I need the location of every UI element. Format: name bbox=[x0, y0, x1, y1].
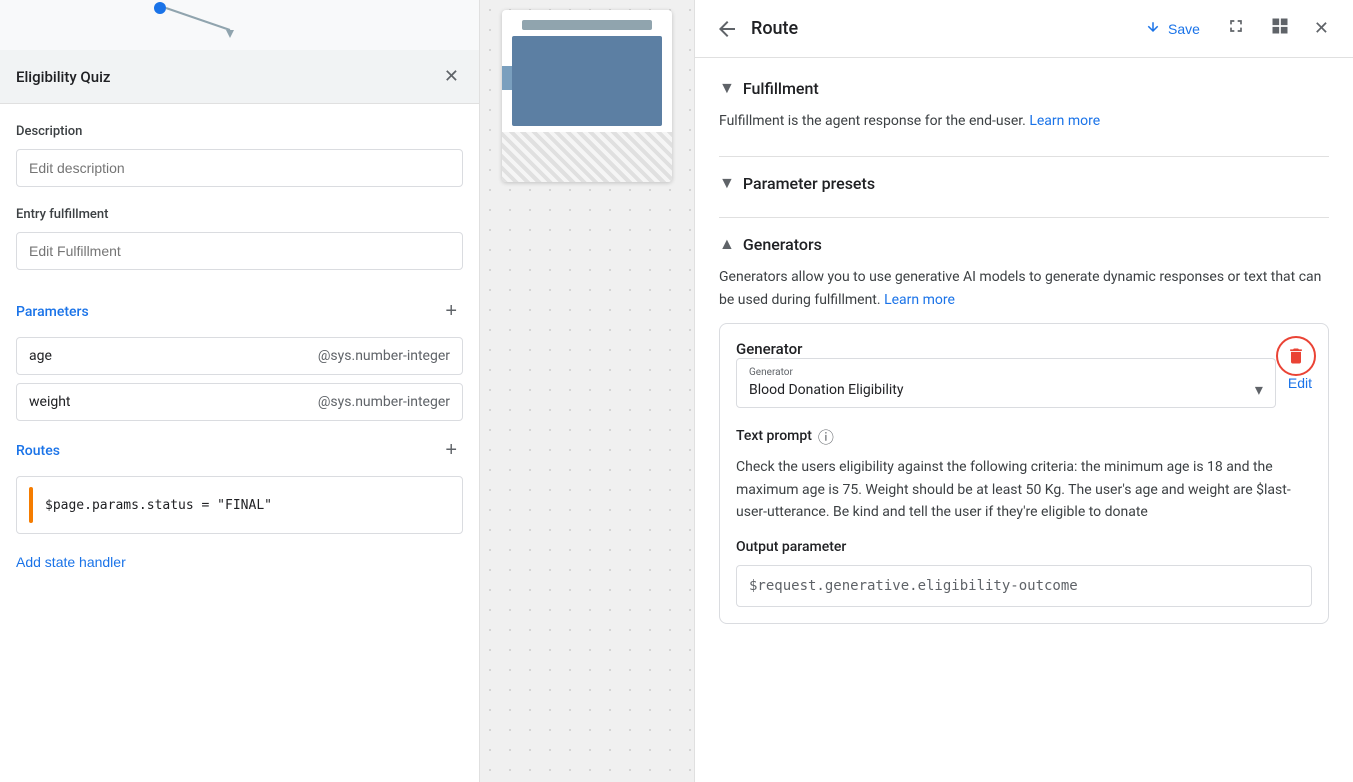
add-state-handler-button[interactable]: Add state handler bbox=[16, 550, 126, 574]
fulfillment-chevron[interactable]: ▼ bbox=[719, 78, 735, 98]
routes-row: Routes + bbox=[16, 437, 463, 464]
canvas-card-body bbox=[512, 36, 662, 126]
entry-fulfillment-label: Entry fulfillment bbox=[16, 207, 463, 222]
parameter-presets-chevron[interactable]: ▼ bbox=[719, 173, 735, 193]
generators-section: ▲ Generators Generators allow you to use… bbox=[719, 234, 1329, 624]
routes-label: Routes bbox=[16, 443, 60, 459]
parameter-presets-heading: Parameter presets bbox=[743, 174, 875, 193]
header-icons: ✕ bbox=[1222, 12, 1333, 45]
fullscreen-button[interactable] bbox=[1222, 12, 1250, 45]
left-panel: Eligibility Quiz ✕ Description Entry ful… bbox=[0, 0, 480, 782]
close-button[interactable]: ✕ bbox=[440, 62, 463, 91]
add-parameter-button[interactable]: + bbox=[439, 298, 463, 325]
parameters-label: Parameters bbox=[16, 304, 89, 320]
panel-title: Eligibility Quiz bbox=[16, 68, 110, 86]
info-icon[interactable]: ⓘ bbox=[818, 424, 834, 448]
right-body: ▼ Fulfillment Fulfillment is the agent r… bbox=[695, 58, 1353, 782]
delete-generator-button[interactable] bbox=[1276, 336, 1316, 376]
canvas-card bbox=[502, 10, 672, 182]
parameters-section: Parameters + age @sys.number-integer wei… bbox=[16, 298, 463, 421]
parameters-row: Parameters + bbox=[16, 298, 463, 325]
param-age-name: age bbox=[29, 348, 318, 364]
middle-canvas bbox=[480, 0, 695, 782]
text-prompt-label: Text prompt ⓘ bbox=[736, 424, 1312, 448]
back-button[interactable] bbox=[715, 17, 739, 41]
entry-fulfillment-input[interactable] bbox=[16, 232, 463, 270]
generator-select-row: Generator Blood Donation Eligibility ▾ E… bbox=[736, 358, 1312, 408]
fulfillment-heading: Fulfillment bbox=[743, 79, 819, 98]
close-right-button[interactable]: ✕ bbox=[1310, 14, 1333, 43]
generators-description: Generators allow you to use generative A… bbox=[719, 266, 1329, 311]
select-label: Generator bbox=[749, 367, 1263, 378]
panel-body: Description Entry fulfillment Parameters… bbox=[0, 104, 479, 782]
param-age-type: @sys.number-integer bbox=[318, 348, 450, 364]
generator-card: Generator Generator Blood Donation Eligi… bbox=[719, 323, 1329, 624]
canvas-card-header bbox=[522, 20, 652, 30]
param-weight-type: @sys.number-integer bbox=[318, 394, 450, 410]
generators-header: ▲ Generators bbox=[719, 234, 1329, 254]
divider-2 bbox=[719, 217, 1329, 218]
divider-1 bbox=[719, 156, 1329, 157]
fulfillment-header: ▼ Fulfillment bbox=[719, 78, 1329, 98]
generator-select-wrapper[interactable]: Generator Blood Donation Eligibility ▾ bbox=[736, 358, 1276, 408]
route-text: $page.params.status = "FINAL" bbox=[45, 498, 272, 513]
parameter-presets-header: ▼ Parameter presets bbox=[719, 173, 1329, 193]
output-parameter-input[interactable] bbox=[736, 565, 1312, 607]
grid-button[interactable] bbox=[1266, 12, 1294, 45]
text-prompt-text: Text prompt bbox=[736, 428, 812, 444]
description-input[interactable] bbox=[16, 149, 463, 187]
route-item[interactable]: $page.params.status = "FINAL" bbox=[16, 476, 463, 534]
description-label: Description bbox=[16, 124, 463, 139]
output-label: Output parameter bbox=[736, 539, 1312, 555]
add-route-button[interactable]: + bbox=[439, 437, 463, 464]
param-age-row: age @sys.number-integer bbox=[16, 337, 463, 375]
save-button[interactable]: Save bbox=[1134, 14, 1210, 44]
fulfillment-description: Fulfillment is the agent response for th… bbox=[719, 110, 1329, 132]
canvas-card-footer bbox=[502, 132, 672, 182]
param-weight-name: weight bbox=[29, 394, 318, 410]
parameter-presets-section: ▼ Parameter presets bbox=[719, 173, 1329, 193]
select-text: Blood Donation Eligibility bbox=[749, 382, 903, 398]
routes-section: Routes + $page.params.status = "FINAL" bbox=[16, 437, 463, 534]
save-label: Save bbox=[1168, 21, 1200, 37]
generators-heading: Generators bbox=[743, 235, 822, 254]
edit-generator-button[interactable]: Edit bbox=[1288, 375, 1312, 391]
generators-chevron[interactable]: ▲ bbox=[719, 234, 735, 254]
canvas-card-side bbox=[502, 66, 512, 90]
fulfillment-section: ▼ Fulfillment Fulfillment is the agent r… bbox=[719, 78, 1329, 132]
route-indicator bbox=[29, 487, 33, 523]
fulfillment-learn-more-link[interactable]: Learn more bbox=[1029, 113, 1100, 129]
right-header: Route Save ✕ bbox=[695, 0, 1353, 58]
generators-learn-more-link[interactable]: Learn more bbox=[884, 292, 955, 308]
chevron-down-icon: ▾ bbox=[1255, 380, 1263, 399]
generator-card-title: Generator bbox=[736, 340, 802, 358]
param-weight-row: weight @sys.number-integer bbox=[16, 383, 463, 421]
prompt-text: Check the users eligibility against the … bbox=[736, 456, 1312, 523]
right-header-title: Route bbox=[751, 18, 1122, 39]
panel-header: Eligibility Quiz ✕ bbox=[0, 50, 479, 104]
right-panel: Route Save ✕ ▼ bbox=[695, 0, 1353, 782]
select-value: Blood Donation Eligibility ▾ bbox=[749, 380, 1263, 399]
flow-connector bbox=[0, 0, 479, 50]
